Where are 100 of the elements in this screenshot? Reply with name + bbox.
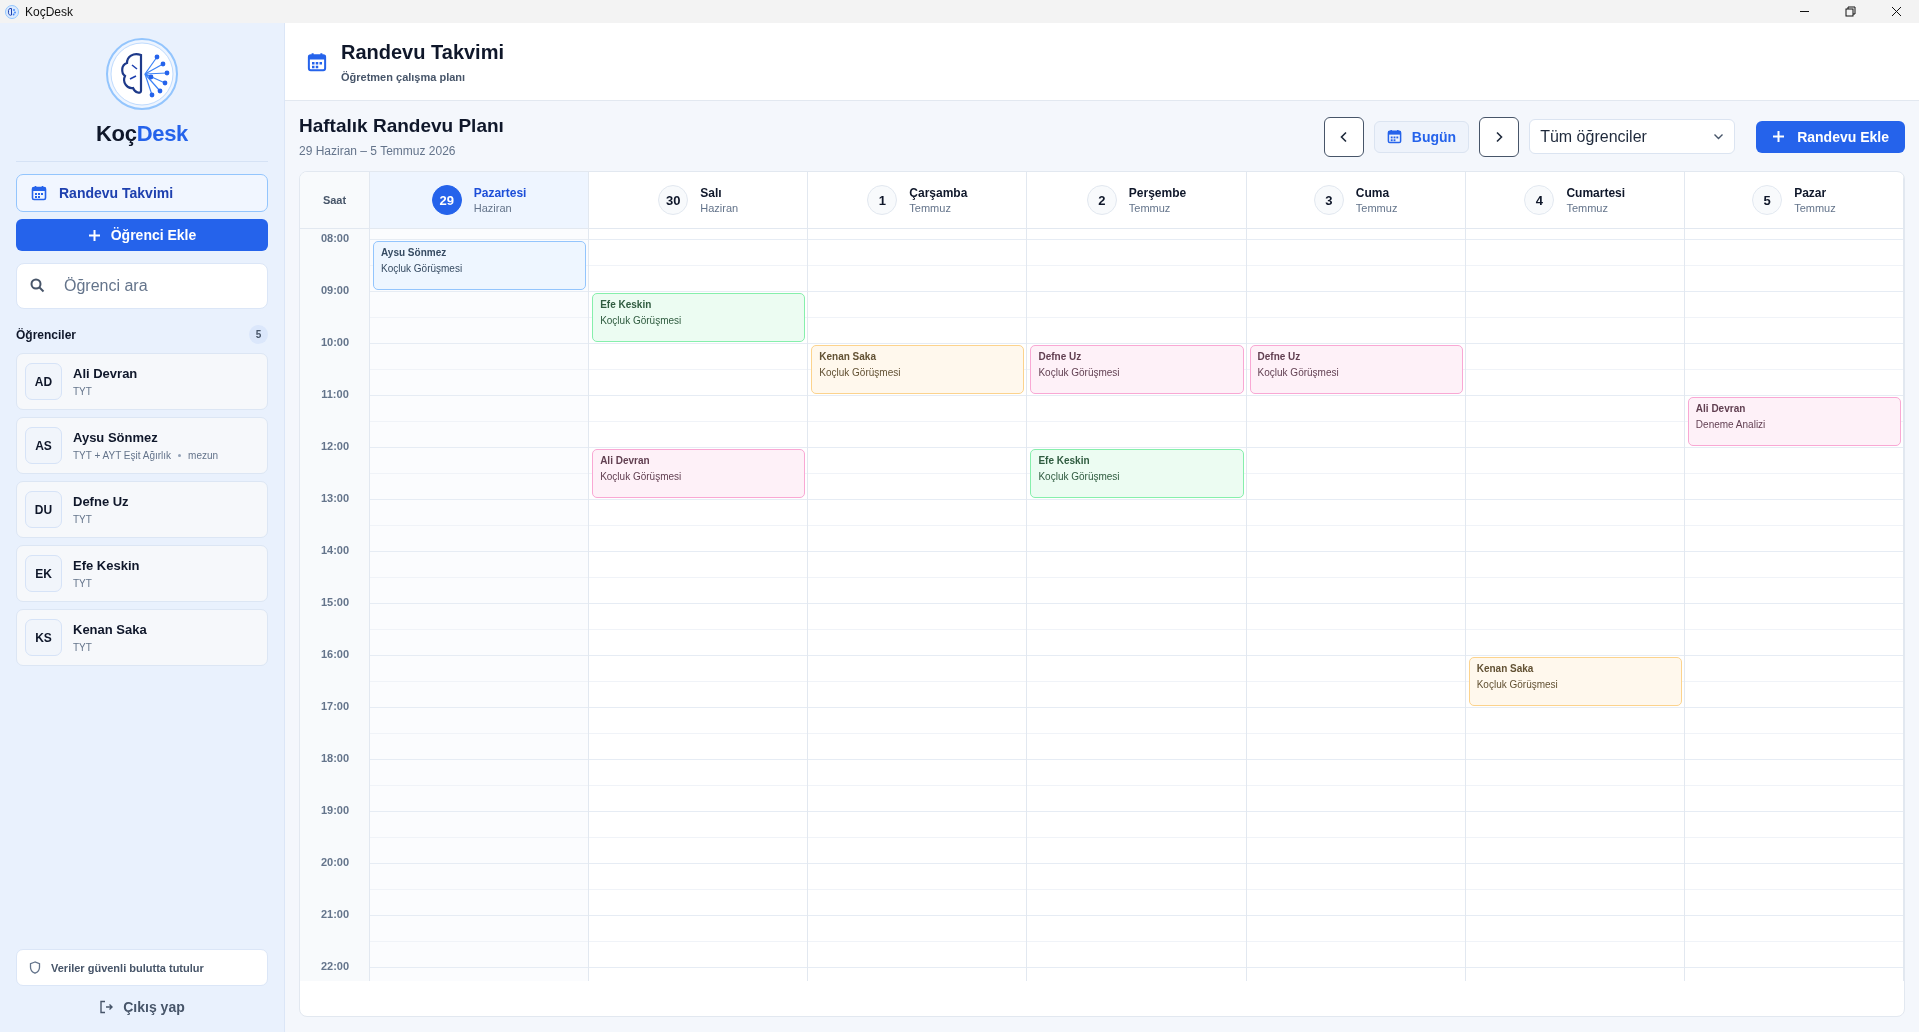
initials-avatar: AS bbox=[25, 427, 62, 464]
hour-label: 14:00 bbox=[320, 544, 350, 558]
student-name: Efe Keskin bbox=[1038, 455, 1091, 466]
logout-button[interactable]: Çıkış yap bbox=[93, 998, 191, 1016]
search-field[interactable]: Öğrenci ara bbox=[16, 263, 268, 309]
student-card[interactable]: DU Defne Uz TYT bbox=[16, 481, 268, 538]
appointment[interactable]: Defne Uz Koçluk Görüşmesi bbox=[1249, 345, 1463, 394]
student-name: Efe Keskin bbox=[600, 299, 653, 310]
day-number: 4 bbox=[1524, 185, 1555, 215]
day-name: Pazar bbox=[1794, 186, 1828, 200]
day-number: 2 bbox=[1086, 185, 1117, 215]
brain-icon bbox=[5, 4, 19, 19]
previous-button[interactable] bbox=[1323, 116, 1364, 157]
hour-label: 12:00 bbox=[320, 440, 350, 454]
hour-label: 19:00 bbox=[320, 804, 350, 818]
nav-item[interactable]: Randevu Takvimi bbox=[16, 174, 268, 212]
student-card[interactable]: AD Ali Devran TYT bbox=[16, 353, 268, 410]
hour-label: 16:00 bbox=[320, 648, 350, 662]
next-button[interactable] bbox=[1479, 116, 1520, 157]
student-card[interactable]: KS Kenan Saka TYT bbox=[16, 609, 268, 666]
day-header[interactable]: 5 Pazar Temmuz bbox=[1684, 172, 1904, 228]
student-card[interactable]: EK Efe Keskin TYT bbox=[16, 545, 268, 602]
student-detail: TYT + AYT Eşit Ağırlık bbox=[73, 450, 172, 461]
hour-label: 18:00 bbox=[320, 752, 350, 766]
initials-avatar: AD bbox=[25, 363, 62, 400]
month-name: Temmuz bbox=[1566, 202, 1609, 214]
day-number: 5 bbox=[1752, 185, 1783, 215]
appointment[interactable]: Efe Keskin Koçluk Görüşmesi bbox=[1030, 449, 1244, 498]
day-number: 30 bbox=[658, 185, 689, 215]
student-name: Defne Uz bbox=[1038, 351, 1083, 362]
month-name: Temmuz bbox=[909, 202, 952, 214]
student-name: Kenan Saka bbox=[1476, 663, 1535, 674]
hour-label: 13:00 bbox=[320, 492, 350, 506]
day-name: Çarşamba bbox=[909, 186, 968, 200]
initials-avatar: KS bbox=[25, 619, 62, 656]
plus-icon bbox=[87, 228, 101, 242]
appointment-type: Deneme Analizi bbox=[1695, 419, 1767, 430]
appointment[interactable]: Efe Keskin Koçluk Görüşmesi bbox=[592, 293, 806, 342]
appointment-type: Koçluk Görüşmesi bbox=[819, 367, 902, 378]
day-header[interactable]: 2 Perşembe Temmuz bbox=[1027, 172, 1247, 228]
hour-label: 08:00 bbox=[320, 232, 350, 246]
day-header[interactable]: 30 Salı Haziran bbox=[589, 172, 809, 228]
calendar-icon bbox=[31, 185, 47, 201]
brand-name: KoçDesk bbox=[94, 121, 190, 147]
student-name: Efe Keskin bbox=[73, 558, 140, 573]
student-detail: TYT bbox=[73, 642, 92, 653]
note-text: Veriler güvenli bulutta tutulur bbox=[51, 961, 204, 974]
date-range: 29 Haziran – 5 Temmuz 2026 bbox=[299, 144, 457, 158]
appointment[interactable]: Defne Uz Koçluk Görüşmesi bbox=[1030, 345, 1244, 394]
separator-dot bbox=[178, 454, 182, 457]
page-subtitle: Öğretmen çalışma planı bbox=[341, 70, 467, 83]
column-header: Saat bbox=[300, 172, 370, 228]
calendar-icon bbox=[1386, 129, 1402, 144]
day-number: 29 bbox=[431, 185, 462, 215]
day-header[interactable]: 3 Cuma Temmuz bbox=[1246, 172, 1466, 228]
month-name: Temmuz bbox=[1355, 202, 1398, 214]
close-icon bbox=[1890, 6, 1902, 17]
student-name: Kenan Saka bbox=[819, 351, 877, 362]
day-name: Pazartesi bbox=[473, 186, 527, 200]
appointment[interactable]: Kenan Saka Koçluk Görüşmesi bbox=[811, 345, 1025, 394]
appointment-type: Koçluk Görüşmesi bbox=[381, 263, 464, 274]
student-name: Ali Devran bbox=[600, 455, 651, 466]
student-card[interactable]: AS Aysu Sönmez TYT + AYT Eşit Ağırlık mezun bbox=[16, 417, 268, 474]
shield-icon bbox=[29, 961, 41, 974]
hour-label: 21:00 bbox=[320, 908, 350, 922]
appointment-type: Koçluk Görüşmesi bbox=[1257, 367, 1340, 378]
appointment[interactable]: Kenan Saka Koçluk Görüşmesi bbox=[1468, 657, 1682, 706]
student-detail: TYT bbox=[73, 514, 92, 525]
student-name: Defne Uz bbox=[73, 494, 129, 509]
student-name: Ali Devran bbox=[1695, 403, 1747, 414]
add-appointment-button[interactable]: Randevu Ekle bbox=[1756, 120, 1905, 153]
day-header[interactable]: 4 Cumartesi Temmuz bbox=[1465, 172, 1685, 228]
initials-avatar: DU bbox=[25, 491, 62, 528]
today-button[interactable]: Bugün bbox=[1373, 120, 1470, 153]
student-filter-dropdown[interactable]: Tüm öğrenciler bbox=[1529, 119, 1736, 154]
student-name: Aysu Sönmez bbox=[73, 430, 159, 445]
day-number: 3 bbox=[1313, 185, 1344, 215]
appointment[interactable]: Ali Devran Koçluk Görüşmesi bbox=[592, 449, 806, 498]
hour-label: 09:00 bbox=[320, 284, 350, 298]
calendar-icon bbox=[307, 51, 327, 72]
appointment[interactable]: Aysu Sönmez Koçluk Görüşmesi bbox=[373, 241, 587, 290]
month-name: Temmuz bbox=[1128, 202, 1172, 214]
student-name: Aysu Sönmez bbox=[381, 247, 448, 258]
student-detail: TYT bbox=[73, 386, 92, 397]
hour-label: 22:00 bbox=[320, 960, 350, 974]
day-number: 1 bbox=[867, 185, 898, 215]
appointment-type: Koçluk Görüşmesi bbox=[1038, 367, 1121, 378]
appointment-type: Koçluk Görüşmesi bbox=[1038, 471, 1121, 482]
day-name: Salı bbox=[700, 186, 723, 200]
day-header[interactable]: 1 Çarşamba Temmuz bbox=[808, 172, 1028, 228]
month-name: Haziran bbox=[473, 202, 513, 214]
day-name: Perşembe bbox=[1128, 186, 1187, 200]
restore-icon bbox=[1844, 6, 1856, 17]
search-icon bbox=[30, 278, 45, 293]
day-header[interactable]: 29 Pazartesi Haziran bbox=[370, 172, 590, 228]
calendar-title: Haftalık Randevu Planı bbox=[299, 115, 504, 137]
section-title: Öğrenciler bbox=[16, 327, 77, 342]
student-name: Kenan Saka bbox=[73, 622, 147, 637]
appointment[interactable]: Ali Devran Deneme Analizi bbox=[1687, 397, 1901, 446]
add-student-button[interactable]: Öğrenci Ekle bbox=[16, 219, 268, 251]
